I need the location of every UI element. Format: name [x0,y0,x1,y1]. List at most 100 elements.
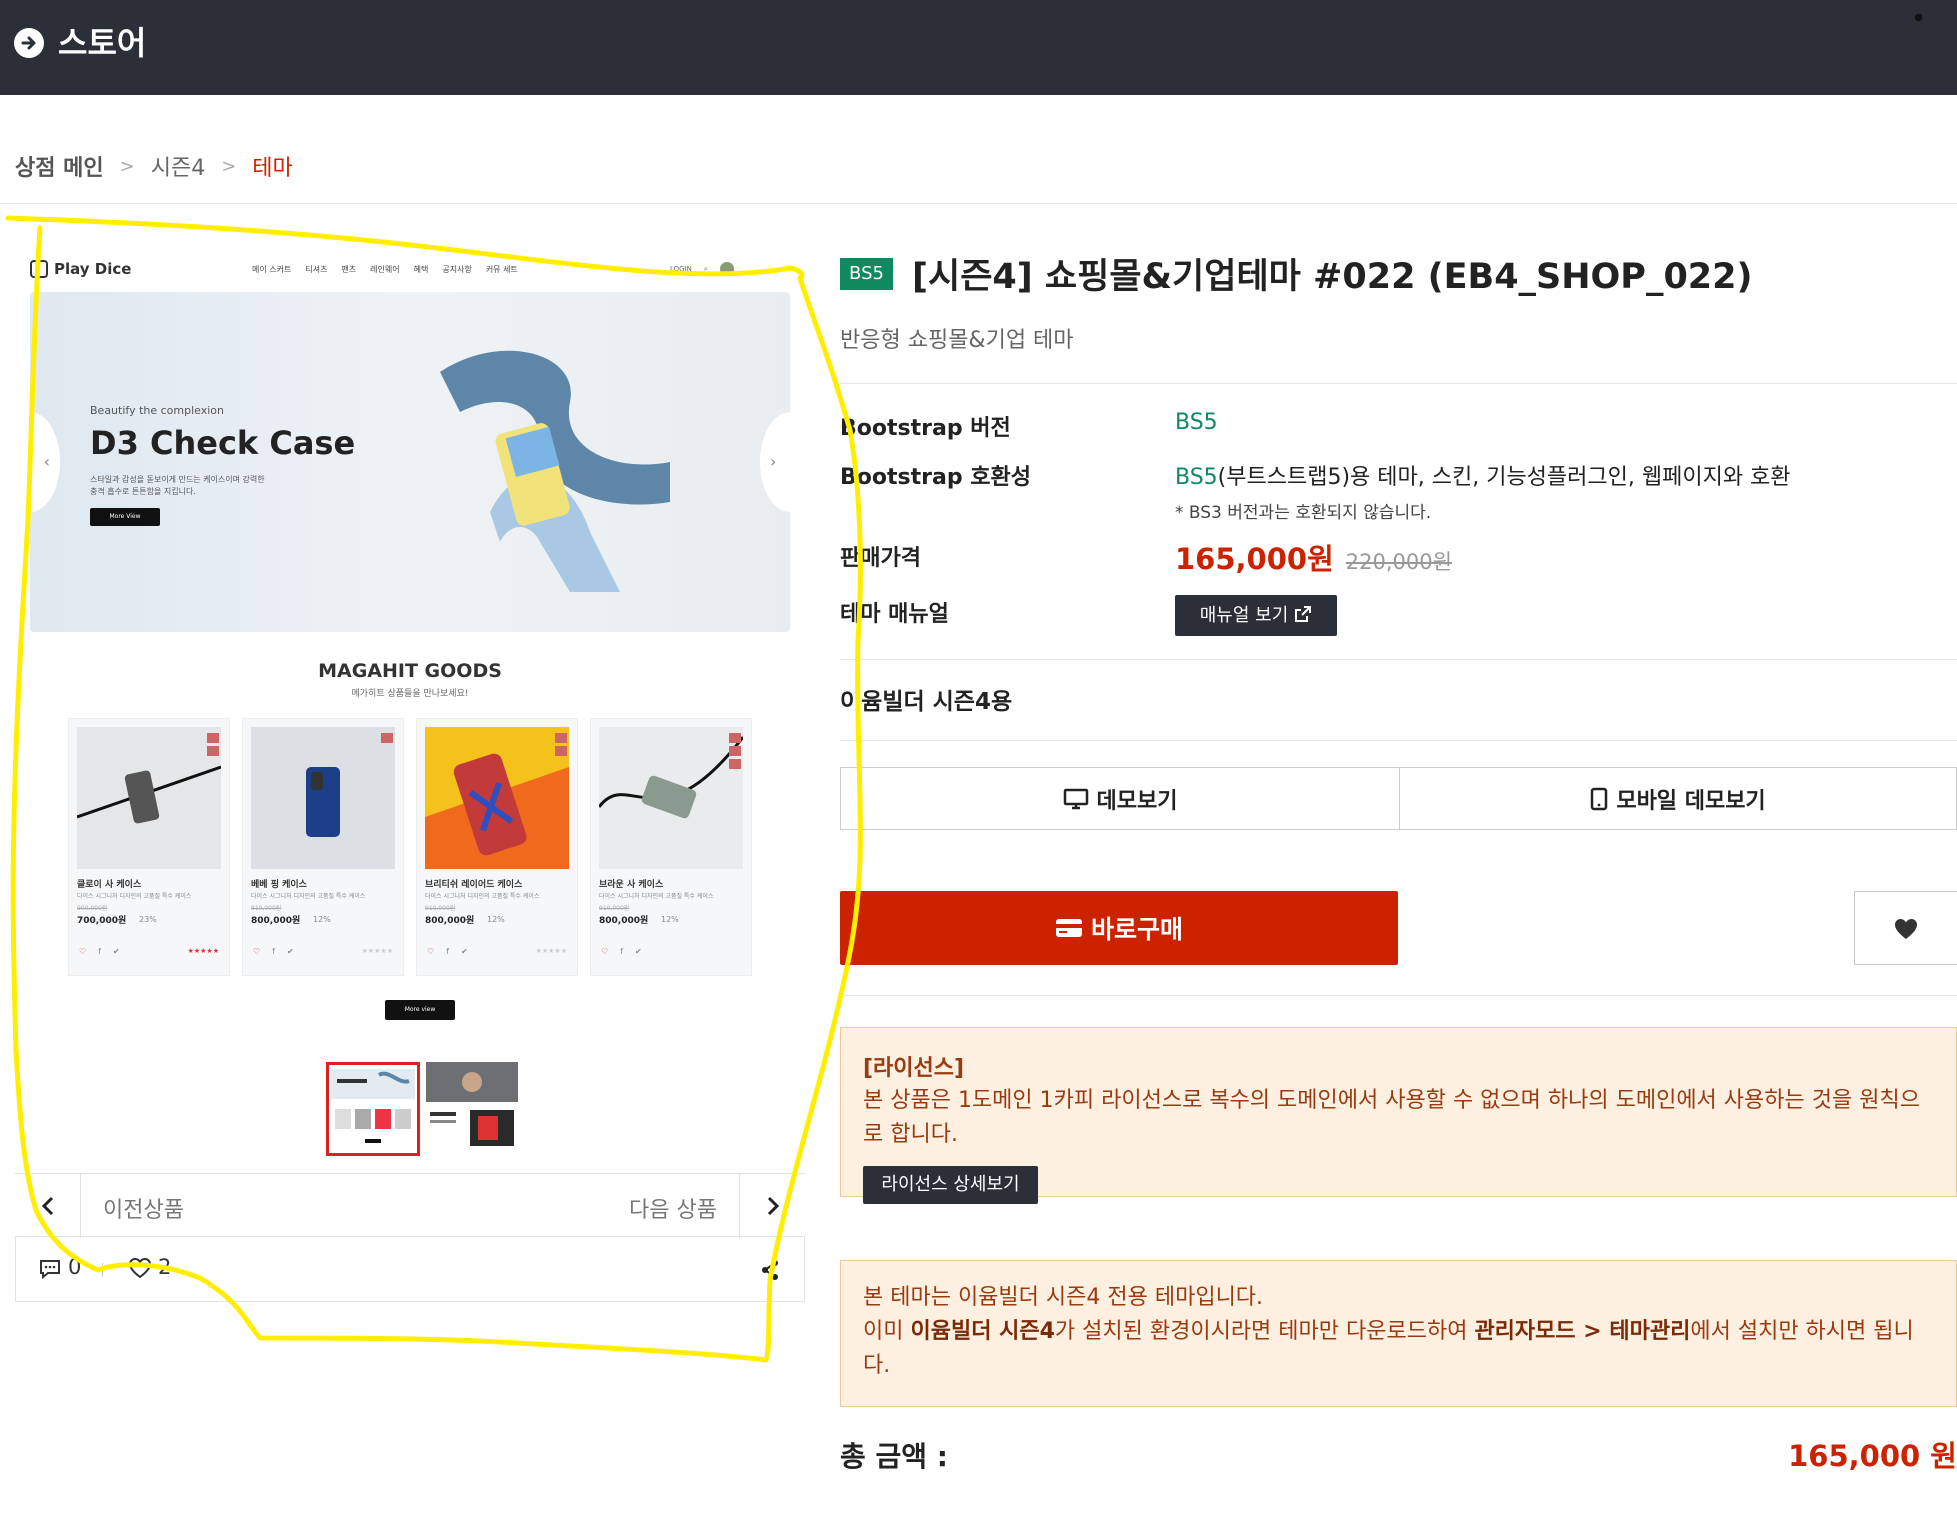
chevron-right-icon [767,1196,780,1216]
heart-icon [1895,919,1917,939]
divider [0,203,1957,204]
dice-icon [30,260,48,278]
notice-line1: 본 테마는 이윰빌더 시즌4 전용 테마입니다. [863,1285,1264,1310]
product-old-price: 900,000원 [77,905,108,912]
thumbnail-2[interactable] [426,1062,518,1156]
comment-count: 0 [68,1255,82,1279]
divider [840,659,1957,660]
price-label: 판매가격 [840,546,921,571]
product-tags [381,733,393,743]
notice-line2: 이미 이윰빌더 시즌4가 설치된 환경이시라면 테마만 다운로드하여 관리자모드… [863,1315,1938,1383]
mobile-demo-button-label: 모바일 데모보기 [1616,788,1766,814]
top-header: 스토어 ● [0,0,1957,95]
product-stars: ★★★★★ [187,947,219,955]
mobile-icon [1591,787,1608,810]
prev-next-bar: 이전상품 다음 상품 [15,1173,805,1238]
manual-button[interactable]: 매뉴얼 보기 [1175,595,1337,636]
buy-now-label: 바로구매 [1090,915,1183,944]
total-value: 165,000 원 [1788,1439,1957,1473]
product-icons: ♡ f ✔ [427,947,468,956]
license-body: 본 상품은 1도메인 1카피 라이선스로 복수의 도메인에서 사용할 수 없으며… [863,1088,1920,1147]
preview-logo-text: Play Dice [54,260,132,278]
product-icons: ♡ f ✔ [79,947,120,956]
product-name: 브리티쉬 레이어드 케이스 [425,880,523,890]
preview-product-card: 클로이 사 케이스 다이스 시그니처 디자인의 고품질 특수 케이스 900,0… [68,718,230,976]
external-link-icon [1295,606,1312,622]
demo-button[interactable]: 데모보기 [841,768,1399,829]
arrow-right-circle-icon[interactable] [14,28,44,58]
product-name: 클로이 사 케이스 [77,880,142,890]
product-price: 700,000원 [77,916,127,926]
preview-hero-ribbon-image [440,350,670,592]
preview-hero-subtitle: Beautify the complexion [90,404,225,417]
demo-button-label: 데모보기 [1096,788,1178,814]
preview-hero-next-icon: › [760,412,790,512]
product-discount: 12% [313,915,331,924]
preview-product-list: 클로이 사 케이스 다이스 시그니처 디자인의 고품질 특수 케이스 900,0… [68,718,752,976]
corner-dot-icon: ● [1914,12,1923,23]
breadcrumb: 상점 메인 > 시즌4 > 테마 [15,150,293,182]
card-icon [1055,919,1082,937]
product-tags [729,733,741,769]
breadcrumb-theme[interactable]: 테마 [252,150,292,182]
product-old-price: 910,000원 [599,905,630,912]
monitor-icon [1063,788,1088,809]
license-box: [라이선스] 본 상품은 1도메인 1카피 라이선스로 복수의 도메인에서 사용… [840,1027,1957,1204]
product-discount: 12% [487,915,505,924]
prev-product-button[interactable] [15,1174,81,1238]
manual-label: 테마 매뉴얼 [840,602,949,627]
breadcrumb-shop-main[interactable]: 상점 메인 [15,150,104,182]
product-price: 800,000원 [425,916,475,926]
breadcrumb-separator: > [221,155,237,177]
product-old-price: 910,000원 [425,905,456,912]
stats-bar: 0 2 [15,1237,805,1302]
preview-avatar [719,262,734,276]
buy-now-button[interactable]: 바로구매 [840,891,1398,965]
product-price: 800,000원 [251,916,301,926]
preview-goods-title: MAGAHIT GOODS [318,660,502,682]
preview-hero: ‹ › Beautify the complexion D3 Check Cas… [30,292,790,632]
season-line: 이윰빌더 시즌4용 [840,689,1013,715]
preview-logo: Play Dice [30,260,131,278]
product-discount: 12% [661,915,679,924]
product-old-price: 910,000원 [251,905,282,912]
preview-product-card: 브리티쉬 레이어드 케이스 다이스 시그니처 디자인의 고품질 특수 케이스 9… [416,718,578,976]
product-preview: Play Dice 메이 스커트 티셔츠 팬츠 레인웨어 혜택 공지사항 커뮤 … [15,230,805,1305]
bs-compat-value: BS5(부트스트랩5)용 테마, 스킨, 기능성플러그인, 웹페이지와 호환 [1175,459,1791,491]
preview-screenshot[interactable]: Play Dice 메이 스커트 티셔츠 팬츠 레인웨어 혜택 공지사항 커뮤 … [30,252,790,1156]
breadcrumb-season4[interactable]: 시즌4 [151,150,205,182]
product-name: 브라운 사 케이스 [599,880,664,890]
preview-nav: 메이 스커트 티셔츠 팬츠 레인웨어 혜택 공지사항 커뮤 세트 [252,264,518,275]
share-icon[interactable] [760,1259,780,1281]
notice-emphasis: 관리자모드 > 테마관리 [1474,1319,1691,1344]
license-title: [라이선스] [863,1056,965,1081]
notice-text: 가 설치된 환경이시라면 테마만 다운로드하여 [1054,1319,1475,1344]
bs-compat-text: (부트스트랩5)용 테마, 스킨, 기능성플러그인, 웹페이지와 호환 [1217,465,1791,490]
preview-hero-desc: 스타일과 감성을 돋보이게 만드는 케이스이며 강력한 충격 흡수로 튼튼함을 … [90,475,265,496]
license-detail-button[interactable]: 라이선스 상세보기 [863,1166,1038,1204]
bs-compat-label: Bootstrap 호환성 [840,465,1031,490]
product-desc: 다이스 시그니처 디자인의 고품질 특수 케이스 [77,893,192,900]
chevron-left-icon [41,1196,54,1216]
product-desc: 다이스 시그니처 디자인의 고품질 특수 케이스 [425,893,540,900]
sale-price: 165,000원 [1175,542,1334,576]
prev-product-label[interactable]: 이전상품 [103,1192,184,1224]
manual-button-label: 매뉴얼 보기 [1199,605,1289,626]
wishlist-button[interactable] [1854,891,1957,965]
heart-outline-icon[interactable] [128,1257,152,1279]
notice-text: 이미 [863,1319,911,1344]
total-label: 총 금액 : [840,1440,948,1473]
next-product-button[interactable] [739,1174,805,1238]
next-product-label[interactable]: 다음 상품 [629,1192,717,1224]
divider [102,1263,103,1277]
mobile-demo-button[interactable]: 모바일 데모보기 [1399,768,1956,829]
product-stars: ★★★★★ [535,947,567,955]
thumbnail-1[interactable] [326,1062,420,1156]
preview-search-icon: ⌕ [703,264,708,273]
divider [840,383,1957,384]
preview-hero-title: D3 Check Case [90,424,356,462]
like-count: 2 [158,1255,172,1279]
product-tags [555,733,567,756]
divider [840,995,1957,996]
product-subtitle: 반응형 쇼핑몰&기업 테마 [840,328,1074,353]
